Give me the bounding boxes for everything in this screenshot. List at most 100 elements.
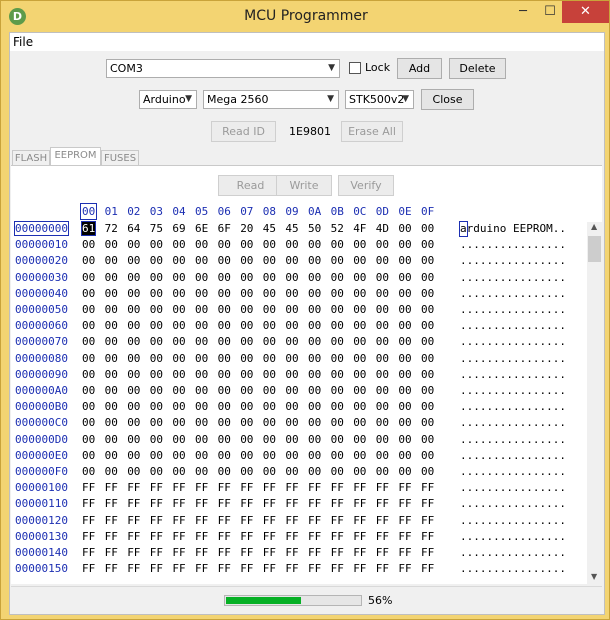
erase-all-button[interactable]: Erase All (341, 121, 403, 142)
hex-byte-cell[interactable]: 00 (195, 400, 208, 413)
hex-byte-cell[interactable]: 00 (240, 465, 253, 478)
hex-byte-cell[interactable]: 00 (308, 287, 321, 300)
hex-byte-cell[interactable]: 00 (172, 368, 185, 381)
hex-byte-cell[interactable]: 00 (195, 238, 208, 251)
hex-byte-cell[interactable]: 00 (82, 254, 95, 267)
hex-byte-cell[interactable]: FF (82, 546, 95, 559)
hex-byte-cell[interactable]: 00 (331, 271, 344, 284)
hex-byte-cell[interactable]: FF (240, 514, 253, 527)
title-bar[interactable]: D MCU Programmer ─ ☐ ✕ (1, 1, 609, 32)
hex-byte-cell[interactable]: FF (127, 481, 140, 494)
hex-byte-cell[interactable]: FF (150, 530, 163, 543)
hex-byte-cell[interactable]: FF (398, 514, 411, 527)
hex-byte-cell[interactable]: 00 (308, 303, 321, 316)
hex-byte-cell[interactable]: 00 (127, 400, 140, 413)
hex-byte-cell[interactable]: 00 (127, 254, 140, 267)
hex-byte-cell[interactable]: FF (218, 514, 231, 527)
hex-byte-cell[interactable]: 00 (376, 287, 389, 300)
tab-fuses[interactable]: FUSES (101, 150, 139, 166)
hex-byte-cell[interactable]: 00 (172, 254, 185, 267)
hex-byte-cell[interactable]: 00 (82, 449, 95, 462)
hex-byte-cell[interactable]: 00 (172, 287, 185, 300)
hex-byte-cell[interactable]: 00 (353, 433, 366, 446)
hex-byte-cell[interactable]: 00 (308, 368, 321, 381)
hex-byte-cell[interactable]: 00 (308, 465, 321, 478)
hex-byte-cell[interactable]: 00 (105, 254, 118, 267)
hex-byte-cell[interactable]: FF (331, 530, 344, 543)
hex-byte-cell[interactable]: FF (218, 497, 231, 510)
hex-byte-cell[interactable]: 00 (82, 384, 95, 397)
hex-byte-cell[interactable]: FF (398, 562, 411, 575)
hex-byte-cell[interactable]: 00 (353, 271, 366, 284)
hex-byte-cell[interactable]: FF (105, 497, 118, 510)
hex-row-address[interactable]: 00000050 (15, 303, 68, 316)
hex-byte-cell[interactable]: 00 (218, 400, 231, 413)
hex-byte-cell[interactable]: 00 (331, 384, 344, 397)
hex-byte-cell[interactable]: 00 (195, 303, 208, 316)
hex-row-address[interactable]: 00000060 (15, 319, 68, 332)
hex-byte-cell[interactable]: FF (172, 530, 185, 543)
hex-byte-cell[interactable]: 00 (240, 449, 253, 462)
hex-row-ascii[interactable]: ................ (460, 287, 566, 300)
hex-byte-cell[interactable]: 00 (308, 254, 321, 267)
hex-byte-cell[interactable]: FF (127, 562, 140, 575)
hex-byte-cell[interactable]: FF (263, 562, 276, 575)
hex-byte-cell[interactable]: FF (195, 546, 208, 559)
hex-byte-cell[interactable]: 00 (218, 465, 231, 478)
hex-byte-cell[interactable]: 00 (263, 368, 276, 381)
hex-byte-cell[interactable]: 00 (195, 449, 208, 462)
hex-byte-cell[interactable]: 00 (331, 303, 344, 316)
hex-row-address[interactable]: 000000F0 (15, 465, 68, 478)
hex-byte-cell[interactable]: 00 (421, 287, 434, 300)
hex-byte-cell[interactable]: 00 (376, 303, 389, 316)
hex-byte-cell[interactable]: 00 (285, 319, 298, 332)
hex-row-address[interactable]: 00000080 (15, 352, 68, 365)
hex-byte-cell[interactable]: 00 (82, 238, 95, 251)
hex-byte-cell[interactable]: 00 (398, 335, 411, 348)
hex-byte-cell[interactable]: 00 (421, 271, 434, 284)
hex-byte-cell[interactable]: FF (195, 530, 208, 543)
hex-byte-cell[interactable]: 00 (376, 384, 389, 397)
hex-byte-cell[interactable]: 00 (353, 287, 366, 300)
hex-byte-cell[interactable]: 00 (82, 352, 95, 365)
hex-byte-cell[interactable]: 00 (331, 368, 344, 381)
hex-row-ascii[interactable]: ................ (460, 368, 566, 381)
menu-file[interactable]: File (13, 35, 33, 49)
hex-byte-cell[interactable]: 00 (172, 271, 185, 284)
hex-byte-cell[interactable]: 00 (308, 384, 321, 397)
hex-byte-cell[interactable]: 00 (331, 352, 344, 365)
add-button[interactable]: Add (397, 58, 442, 79)
hex-byte-cell[interactable]: 00 (353, 400, 366, 413)
hex-byte-cell[interactable]: 00 (127, 352, 140, 365)
hex-row-address[interactable]: 00000030 (15, 271, 68, 284)
hex-row-address[interactable]: 00000070 (15, 335, 68, 348)
hex-byte-cell[interactable]: 00 (82, 400, 95, 413)
read-id-button[interactable]: Read ID (211, 121, 276, 142)
hex-byte-cell[interactable]: 00 (127, 433, 140, 446)
hex-byte-cell[interactable]: 00 (105, 352, 118, 365)
hex-byte-cell[interactable]: FF (285, 530, 298, 543)
hex-byte-cell[interactable]: 00 (398, 254, 411, 267)
hex-byte-cell[interactable]: 00 (82, 271, 95, 284)
hex-byte-cell[interactable]: 00 (150, 271, 163, 284)
hex-byte-cell[interactable]: 00 (82, 416, 95, 429)
hex-byte-cell[interactable]: 00 (127, 384, 140, 397)
hex-byte-cell[interactable]: FF (421, 562, 434, 575)
hex-byte-cell[interactable]: 00 (240, 335, 253, 348)
hex-byte-cell[interactable]: 00 (82, 433, 95, 446)
hex-row-address[interactable]: 00000020 (15, 254, 68, 267)
hex-byte-cell[interactable]: 00 (240, 271, 253, 284)
hex-byte-cell[interactable]: 00 (421, 449, 434, 462)
hex-byte-cell[interactable]: 00 (172, 384, 185, 397)
hex-byte-cell[interactable]: FF (195, 514, 208, 527)
hex-byte-cell[interactable]: 00 (150, 416, 163, 429)
hex-byte-cell[interactable]: FF (195, 562, 208, 575)
hex-byte-cell[interactable]: 00 (172, 238, 185, 251)
hex-byte-cell[interactable]: FF (376, 497, 389, 510)
hex-byte-cell[interactable]: 00 (127, 449, 140, 462)
hex-byte-cell[interactable]: FF (331, 546, 344, 559)
hex-byte-cell[interactable]: FF (240, 562, 253, 575)
hex-row-address[interactable]: 00000100 (15, 481, 68, 494)
hex-byte-cell[interactable]: 69 (172, 222, 185, 235)
hex-byte-cell[interactable]: 64 (127, 222, 140, 235)
